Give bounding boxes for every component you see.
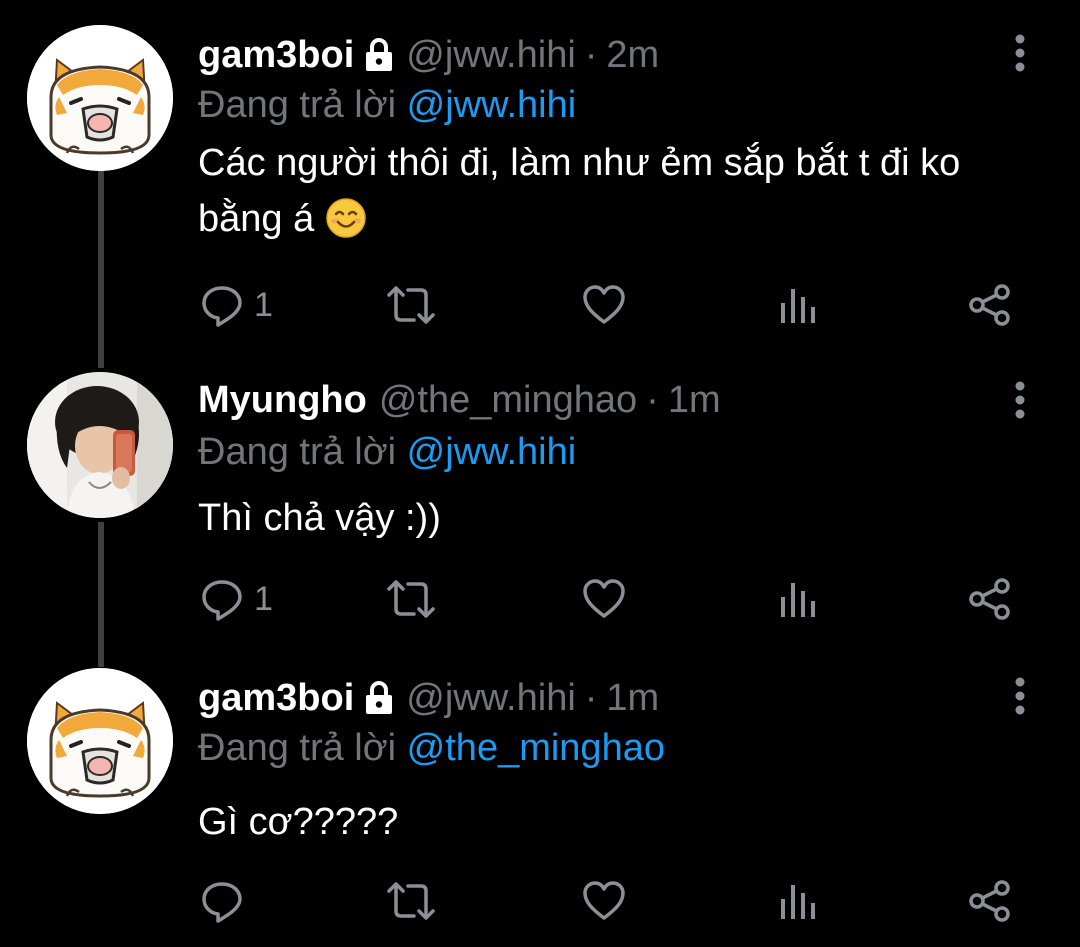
tweet-text: Thì chả vậy :)) — [198, 490, 1048, 546]
reply-icon — [202, 580, 242, 621]
replying-to: Đang trả lời @the_minghao — [198, 720, 665, 776]
analytics-button[interactable] — [778, 569, 818, 629]
cat-avatar-image — [27, 25, 173, 171]
tweet-text: Gì cơ????? — [198, 794, 1048, 850]
retweet-button[interactable] — [386, 275, 436, 335]
lock-icon — [366, 38, 393, 71]
reply-icon — [202, 882, 242, 923]
tweet-header: gam3boi @jww.hihi · 1m — [198, 670, 659, 726]
mention-link[interactable]: @the_minghao — [407, 727, 665, 769]
separator-dot: · — [646, 379, 659, 421]
display-name[interactable]: Myungho — [198, 372, 367, 428]
tweet[interactable]: Myungho @the_minghao · 1m Đang trả lời @… — [0, 372, 1080, 642]
display-name[interactable]: gam3boi — [198, 670, 354, 726]
separator-dot: · — [584, 677, 598, 719]
smiling-face-icon — [326, 198, 366, 238]
mention-link[interactable]: @jww.hihi — [407, 84, 577, 126]
user-handle[interactable]: @the_minghao — [379, 372, 637, 428]
share-icon — [969, 578, 1010, 620]
more-vertical-icon[interactable] — [1010, 31, 1030, 75]
analytics-icon — [781, 289, 815, 323]
like-icon — [583, 285, 625, 324]
share-icon — [969, 880, 1010, 922]
reply-count: 1 — [254, 579, 273, 618]
replying-prefix: Đang trả lời — [198, 727, 397, 769]
analytics-icon — [781, 583, 815, 617]
share-button[interactable] — [968, 871, 1012, 931]
timestamp[interactable]: 1m — [668, 372, 721, 428]
retweet-button[interactable] — [386, 569, 436, 629]
mirror-selfie-photo — [27, 372, 173, 518]
timestamp[interactable]: 1m — [606, 670, 659, 726]
mention-link[interactable]: @jww.hihi — [407, 431, 577, 473]
like-button[interactable] — [582, 871, 626, 931]
analytics-button[interactable] — [778, 275, 818, 335]
tweet-text: Các người thôi đi, làm như ẻm sắp bắt t … — [198, 135, 1048, 247]
user-handle[interactable]: @jww.hihi — [406, 670, 576, 726]
replying-to: Đang trả lời @jww.hihi — [198, 424, 576, 480]
retweet-icon — [387, 286, 435, 324]
reply-icon — [202, 286, 242, 327]
tweet-text-content: Các người thôi đi, làm như ẻm sắp bắt t … — [198, 142, 961, 240]
more-vertical-icon[interactable] — [1010, 378, 1030, 422]
tweet-text-content: Thì chả vậy :)) — [198, 497, 441, 539]
like-icon — [583, 881, 625, 920]
reply-button[interactable] — [200, 871, 244, 931]
tweet-header: gam3boi @jww.hihi · 2m — [198, 27, 659, 83]
share-button[interactable] — [968, 275, 1012, 335]
tweet-actions: 1 — [0, 275, 1080, 335]
retweet-icon — [387, 882, 435, 920]
tweet-actions — [0, 871, 1080, 931]
avatar[interactable] — [27, 25, 173, 171]
share-icon — [969, 284, 1010, 326]
tweet-actions: 1 — [0, 569, 1080, 629]
share-button[interactable] — [968, 569, 1012, 629]
retweet-button[interactable] — [386, 871, 436, 931]
analytics-button[interactable] — [778, 871, 818, 931]
like-button[interactable] — [582, 275, 626, 335]
tweet[interactable]: gam3boi @jww.hihi · 1m Đang trả lời @the… — [0, 668, 1080, 938]
user-handle[interactable]: @jww.hihi — [406, 27, 576, 83]
tweet-header: Myungho @the_minghao · 1m — [198, 372, 721, 428]
replying-prefix: Đang trả lời — [198, 84, 397, 126]
reply-count: 1 — [254, 285, 273, 324]
analytics-icon — [781, 885, 815, 919]
reply-button[interactable]: 1 — [200, 569, 273, 629]
replying-to: Đang trả lời @jww.hihi — [198, 77, 576, 133]
more-vertical-icon[interactable] — [1010, 674, 1030, 718]
tweet-text-content: Gì cơ????? — [198, 801, 399, 843]
cat-avatar-image — [27, 668, 173, 814]
like-button[interactable] — [582, 569, 626, 629]
retweet-icon — [387, 580, 435, 618]
reply-button[interactable]: 1 — [200, 275, 273, 335]
tweet[interactable]: gam3boi @jww.hihi · 2m Đang trả lời @jww… — [0, 25, 1080, 345]
lock-icon — [366, 681, 393, 714]
avatar[interactable] — [27, 668, 173, 814]
timestamp[interactable]: 2m — [606, 27, 659, 83]
replying-prefix: Đang trả lời — [198, 431, 397, 473]
like-icon — [583, 579, 625, 618]
separator-dot: · — [584, 34, 598, 76]
display-name[interactable]: gam3boi — [198, 27, 354, 83]
avatar[interactable] — [27, 372, 173, 518]
